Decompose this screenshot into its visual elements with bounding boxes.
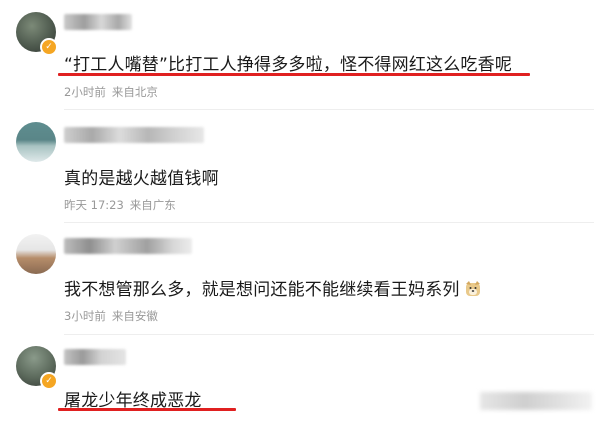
comment-time: 昨天 17:23	[64, 198, 124, 212]
divider	[64, 222, 594, 223]
comment-text: “打工人嘴替”比打工人挣得多多啦，怪不得网红这么吃香呢	[64, 55, 513, 75]
blurred-watermark	[480, 392, 592, 410]
highlight-underline	[58, 73, 530, 76]
verified-badge-icon: ✓	[40, 372, 58, 390]
avatar[interactable]	[16, 122, 56, 162]
avatar[interactable]	[16, 234, 56, 274]
comment-location: 来自广东	[129, 198, 176, 212]
comment-location: 来自北京	[111, 85, 158, 99]
username-blurred[interactable]	[64, 127, 204, 143]
divider	[64, 334, 594, 335]
dog-face-emoji-icon	[464, 280, 482, 298]
highlight-underline	[58, 408, 236, 411]
username-blurred[interactable]	[64, 14, 132, 30]
comment-meta: 3小时前 来自安徽	[64, 308, 164, 324]
verified-badge-icon: ✓	[40, 38, 58, 56]
comment-location: 来自安徽	[111, 309, 158, 323]
comment-text-content: 我不想管那么多，就是想问还能不能继续看王妈系列	[64, 280, 460, 300]
comment-text: 我不想管那么多，就是想问还能不能继续看王妈系列	[64, 275, 482, 300]
divider	[64, 109, 594, 110]
comment-time: 2小时前	[64, 85, 106, 99]
comment-meta: 2小时前 来自北京	[64, 84, 164, 100]
comment-text: 真的是越火越值钱啊	[64, 169, 219, 189]
comment-meta: 昨天 17:23 来自广东	[64, 197, 182, 213]
username-blurred[interactable]	[64, 349, 126, 365]
comment-time: 3小时前	[64, 309, 106, 323]
username-blurred[interactable]	[64, 238, 192, 254]
